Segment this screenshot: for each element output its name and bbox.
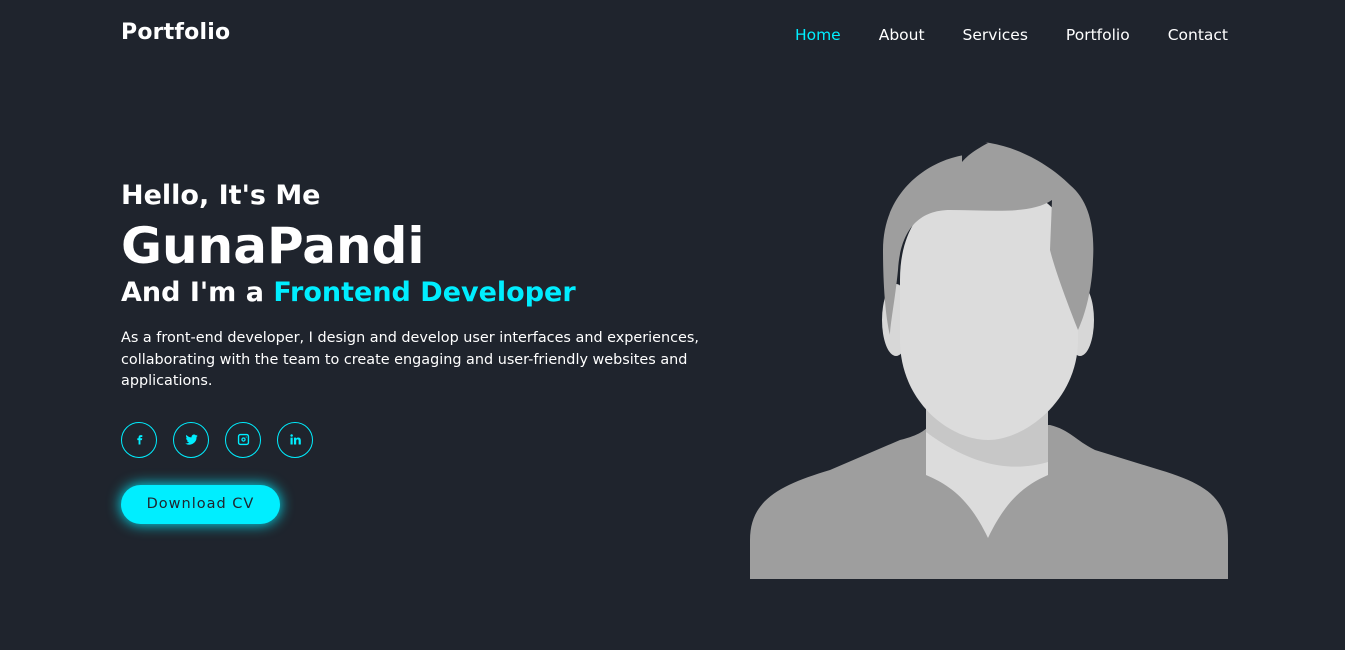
hero-description: As a front-end developer, I design and d…: [121, 330, 699, 389]
page: Portfolio Home About Services Portfolio …: [0, 0, 1345, 650]
nav-home[interactable]: Home: [795, 25, 841, 45]
hero-content: Hello, It's Me GunaPandi And I'm a Front…: [121, 180, 721, 524]
hero-name: GunaPandi: [121, 217, 425, 275]
main-nav: Home About Services Portfolio Contact: [757, 25, 1228, 45]
nav-about[interactable]: About: [879, 25, 925, 45]
linkedin-link[interactable]: [277, 421, 313, 458]
instagram-link[interactable]: [225, 421, 261, 458]
nav-contact[interactable]: Contact: [1168, 25, 1228, 45]
nav-services[interactable]: Services: [963, 25, 1028, 45]
facebook-link[interactable]: [121, 421, 157, 458]
twitter-link[interactable]: [173, 421, 209, 458]
greeting: Hello, It's Me: [121, 180, 321, 211]
logo[interactable]: Portfolio: [121, 20, 230, 45]
social-links: [121, 421, 721, 458]
facebook-icon: [136, 435, 142, 445]
avatar: [750, 142, 1228, 579]
linkedin-icon: [289, 434, 301, 445]
role-heading: And I'm a Frontend Developer: [121, 277, 721, 308]
role-highlight: Frontend Developer: [273, 277, 576, 308]
nav-portfolio[interactable]: Portfolio: [1066, 25, 1130, 45]
role-prefix: And I'm a: [121, 277, 274, 308]
download-cv-button[interactable]: Download CV: [121, 484, 280, 524]
instagram-icon: [237, 433, 249, 446]
site-header: Portfolio Home About Services Portfolio …: [0, 0, 1345, 70]
twitter-icon: [184, 434, 198, 445]
